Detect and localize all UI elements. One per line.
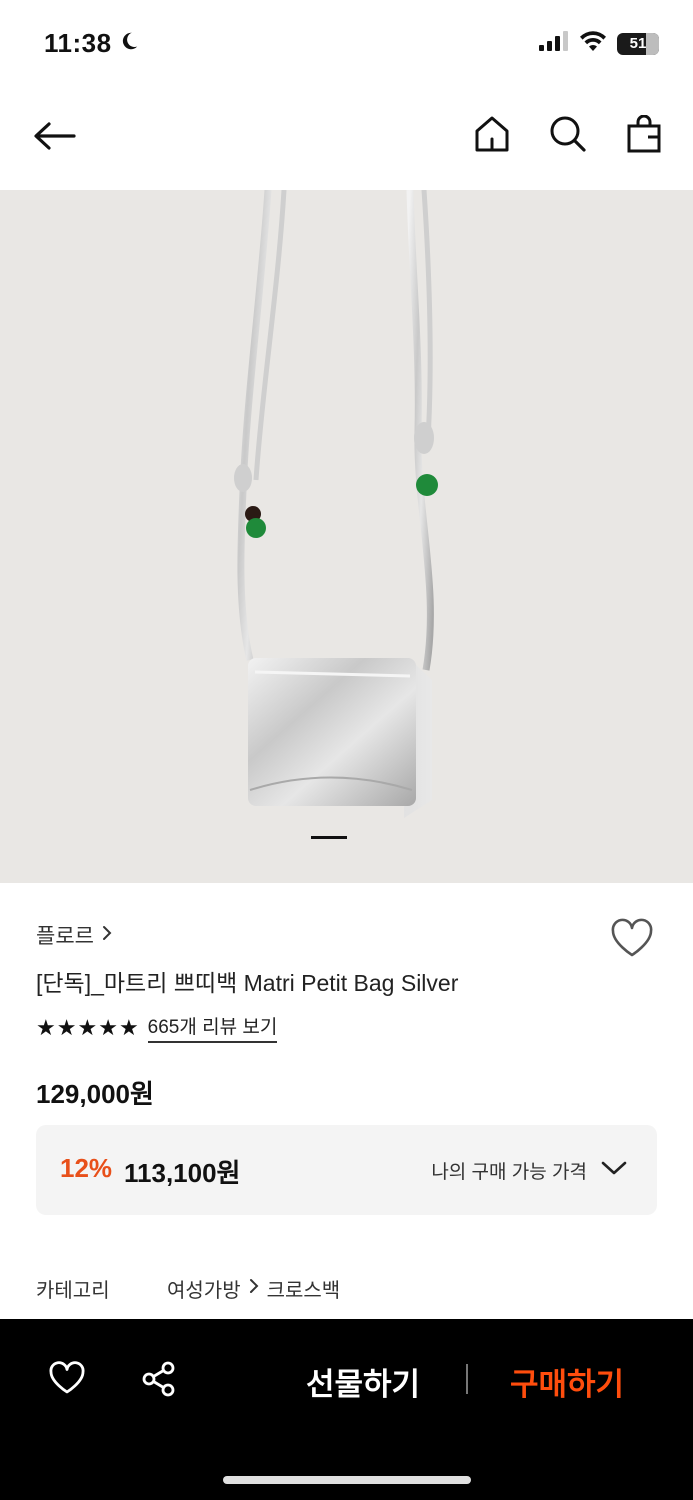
brand-name: 플로르 bbox=[36, 925, 94, 948]
chevron-down-icon bbox=[601, 1160, 627, 1182]
star-icon: ★ bbox=[98, 1014, 118, 1040]
star-icon: ★ bbox=[77, 1014, 97, 1040]
category-level-2[interactable]: 크로스백 bbox=[267, 1274, 341, 1303]
category-breadcrumb: 여성가방 크로스백 bbox=[167, 1274, 340, 1303]
discount-rate: 12% bbox=[60, 1153, 113, 1183]
nav-bar bbox=[0, 100, 693, 176]
battery-icon: 51 bbox=[617, 32, 659, 55]
bottom-wishlist-button[interactable] bbox=[48, 1361, 88, 1399]
shopping-bag-icon bbox=[627, 114, 661, 158]
wifi-icon bbox=[579, 30, 607, 57]
category-level-1[interactable]: 여성가방 bbox=[167, 1274, 241, 1303]
star-icon: ★ bbox=[118, 1014, 139, 1040]
search-icon bbox=[549, 115, 587, 158]
status-time: 11:38 bbox=[44, 28, 140, 59]
my-price-box[interactable]: 12% 113,100원 나의 구매 가능 가격 bbox=[36, 1125, 657, 1215]
moon-icon bbox=[118, 28, 140, 59]
status-indicators: 51 bbox=[539, 30, 659, 57]
bottom-action-bar: 선물하기 구매하기 bbox=[0, 1319, 693, 1500]
back-button[interactable] bbox=[32, 116, 82, 160]
original-price: 129,000원 bbox=[36, 1079, 154, 1109]
heart-icon bbox=[610, 918, 654, 962]
wishlist-button[interactable] bbox=[610, 918, 656, 962]
discount-price: 113,100원 bbox=[124, 1158, 241, 1188]
brand-link[interactable]: 플로르 bbox=[36, 920, 112, 950]
star-icon: ★ bbox=[36, 1014, 56, 1040]
gift-button[interactable]: 선물하기 bbox=[306, 1359, 420, 1404]
home-indicator bbox=[223, 1476, 471, 1484]
search-button[interactable] bbox=[549, 114, 587, 158]
home-button[interactable] bbox=[473, 114, 511, 158]
product-photo bbox=[234, 190, 438, 818]
product-title: [단독]_마트리 쁘띠백 Matri Petit Bag Silver bbox=[36, 970, 459, 996]
star-icon: ★ bbox=[56, 1014, 77, 1040]
rating-row: ★ ★ ★ ★ ★ 665개 리뷰 보기 bbox=[36, 1012, 278, 1043]
my-price-label: 나의 구매 가능 가격 bbox=[431, 1162, 587, 1183]
status-bar: 11:38 51 bbox=[0, 0, 693, 90]
share-button[interactable] bbox=[140, 1360, 180, 1400]
category-label: 카테고리 bbox=[36, 1280, 110, 1302]
buy-button[interactable]: 구매하기 bbox=[510, 1359, 624, 1404]
my-price-toggle[interactable]: 나의 구매 가능 가격 bbox=[431, 1157, 627, 1184]
bottom-divider bbox=[466, 1364, 468, 1394]
nav-actions bbox=[473, 114, 663, 158]
category-row: 카테고리 여성가방 크로스백 bbox=[36, 1274, 340, 1303]
signal-icon bbox=[539, 31, 569, 56]
review-link[interactable]: 665개 리뷰 보기 bbox=[147, 1012, 278, 1043]
home-icon bbox=[474, 115, 510, 158]
rating-stars: ★ ★ ★ ★ ★ bbox=[36, 1014, 139, 1041]
battery-level: 51 bbox=[629, 35, 647, 52]
product-image[interactable] bbox=[0, 190, 693, 883]
status-time-text: 11:38 bbox=[44, 28, 112, 58]
chevron-right-icon bbox=[102, 923, 112, 947]
share-icon bbox=[140, 1361, 178, 1402]
image-pager-indicator bbox=[311, 836, 347, 839]
chevron-right-icon bbox=[249, 1277, 259, 1300]
back-arrow-icon bbox=[32, 121, 76, 156]
cart-button[interactable] bbox=[625, 114, 663, 158]
heart-icon bbox=[48, 1361, 86, 1399]
